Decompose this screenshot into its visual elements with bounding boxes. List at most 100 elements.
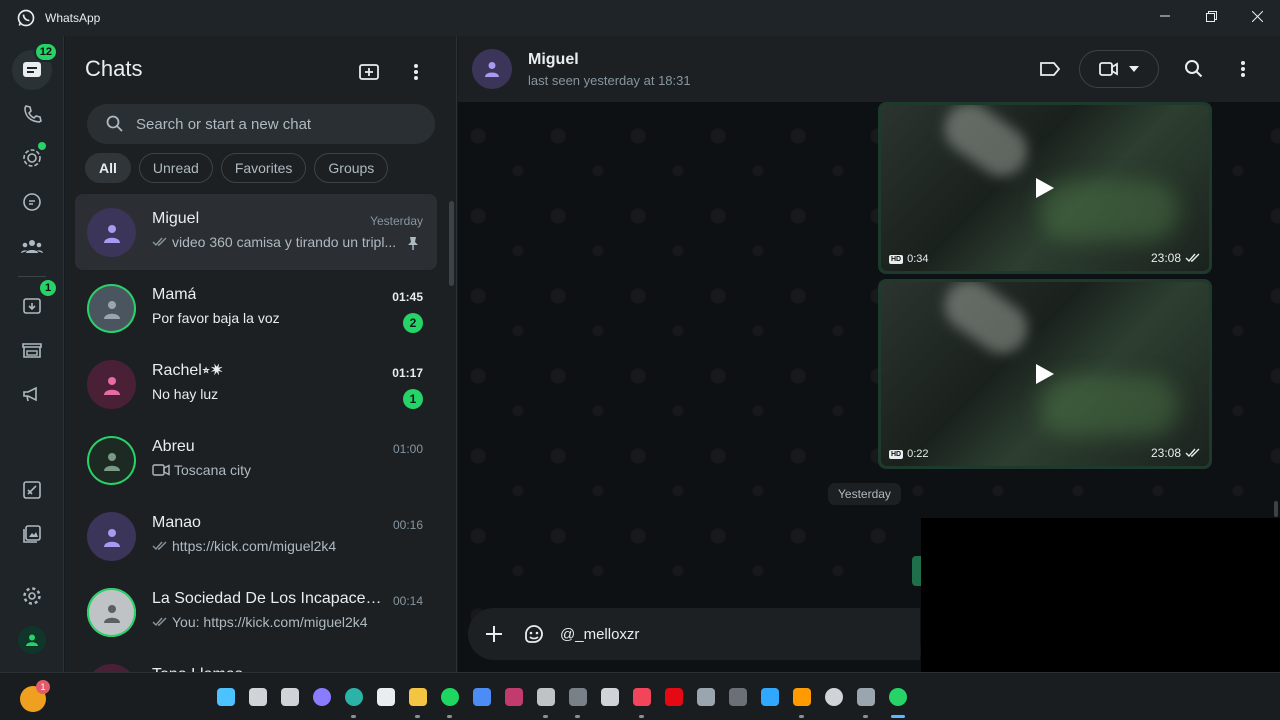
app-taskbar-button-5[interactable] bbox=[722, 681, 754, 713]
settings-button[interactable] bbox=[12, 576, 52, 616]
chat-time: 01:45 bbox=[392, 290, 423, 304]
task-view-taskbar-button[interactable] bbox=[274, 681, 306, 713]
labels-button[interactable] bbox=[1036, 55, 1064, 83]
chat-row[interactable]: Tono Llamas bbox=[75, 650, 437, 672]
conversation-menu-button[interactable] bbox=[1229, 55, 1257, 83]
chat-row[interactable]: La Sociedad De Los Incapaces ... 00:14 You… bbox=[75, 574, 437, 650]
filter-groups[interactable]: Groups bbox=[314, 153, 389, 183]
search-input[interactable] bbox=[136, 115, 416, 133]
running-indicator bbox=[799, 715, 804, 718]
chat-row[interactable]: Mamá 01:45 Por favor baja la voz 2 bbox=[75, 270, 437, 346]
windows-start-taskbar-button[interactable] bbox=[210, 681, 242, 713]
play-button[interactable] bbox=[1025, 354, 1065, 394]
chats-button[interactable]: 12 bbox=[12, 42, 58, 90]
attach-button[interactable] bbox=[480, 620, 508, 648]
archived-badge: 1 bbox=[38, 278, 58, 298]
music-taskbar-button[interactable] bbox=[626, 681, 658, 718]
search-icon bbox=[249, 688, 267, 706]
running-indicator bbox=[447, 715, 452, 718]
calculator-taskbar-button[interactable] bbox=[690, 681, 722, 713]
pin-icon bbox=[408, 237, 418, 250]
chat-name: Manao bbox=[152, 514, 201, 531]
search-in-chat-button[interactable] bbox=[1180, 55, 1208, 83]
chat-row[interactable]: Abreu 01:00 Toscana city bbox=[75, 422, 437, 498]
illustrator-taskbar-button[interactable] bbox=[786, 681, 818, 718]
profile-button[interactable] bbox=[12, 620, 52, 660]
close-icon bbox=[1251, 10, 1263, 22]
new-chat-button[interactable] bbox=[355, 58, 383, 86]
contact-avatar[interactable] bbox=[472, 49, 512, 89]
video-message[interactable]: HD 0:34 23:08 bbox=[878, 102, 1212, 274]
business-tools-button[interactable] bbox=[12, 330, 52, 370]
day-separator: Yesterday bbox=[828, 483, 901, 505]
weather-widget[interactable]: 1 bbox=[18, 680, 50, 712]
video-duration: HD 0:22 bbox=[889, 448, 929, 460]
conversation-scrollbar[interactable] bbox=[1274, 501, 1278, 517]
netflix-icon bbox=[665, 688, 683, 706]
chat-name: Miguel bbox=[152, 210, 200, 227]
status-button[interactable] bbox=[12, 138, 52, 178]
play-icon bbox=[1036, 178, 1054, 198]
netflix-taskbar-button[interactable] bbox=[658, 681, 690, 713]
copilot-taskbar-button[interactable] bbox=[306, 681, 338, 713]
illustrator-icon bbox=[793, 688, 811, 706]
play-button[interactable] bbox=[1025, 168, 1065, 208]
whatsapp-taskbar-button[interactable] bbox=[882, 681, 914, 718]
store-taskbar-button[interactable] bbox=[370, 681, 402, 713]
chat-row[interactable]: Miguel Yesterday video 360 camisa y tirand… bbox=[75, 194, 437, 270]
media-button[interactable] bbox=[12, 514, 52, 554]
search-box[interactable] bbox=[87, 104, 435, 144]
chat-row[interactable]: Manao 00:16 https://kick.com/miguel2k4 bbox=[75, 498, 437, 574]
obs-taskbar-button[interactable] bbox=[818, 681, 850, 713]
edge-taskbar-button[interactable] bbox=[338, 681, 370, 718]
starred-button[interactable] bbox=[12, 470, 52, 510]
settings-taskbar-button[interactable] bbox=[850, 681, 882, 718]
file-explorer-taskbar-button[interactable] bbox=[402, 681, 434, 718]
running-indicator bbox=[543, 715, 548, 718]
filter-unread[interactable]: Unread bbox=[138, 153, 213, 183]
defender-taskbar-button[interactable] bbox=[466, 681, 498, 713]
calls-button[interactable] bbox=[12, 94, 52, 134]
photoshop-taskbar-button[interactable] bbox=[754, 681, 786, 713]
app-taskbar-button-4[interactable] bbox=[594, 681, 626, 713]
communities-button[interactable] bbox=[12, 226, 52, 266]
minimize-button[interactable] bbox=[1142, 0, 1188, 32]
chat-avatar bbox=[87, 208, 136, 257]
chat-time: 01:17 bbox=[392, 366, 423, 380]
chat-time: 01:00 bbox=[392, 442, 423, 456]
chat-name: Mamá bbox=[152, 286, 197, 303]
hd-badge: HD bbox=[889, 449, 904, 459]
app-taskbar-button-2[interactable] bbox=[530, 681, 562, 718]
rail-divider bbox=[18, 276, 46, 277]
app-taskbar-button-1[interactable] bbox=[498, 681, 530, 713]
video-duration: HD 0:34 bbox=[889, 253, 929, 265]
chat-list-menu-button[interactable] bbox=[402, 58, 430, 86]
play-icon bbox=[1036, 364, 1054, 384]
message-input[interactable]: @_melloxzr bbox=[560, 626, 639, 643]
archived-button[interactable]: 1 bbox=[12, 278, 58, 326]
video-message[interactable]: HD 0:22 23:08 bbox=[878, 279, 1212, 469]
app-taskbar-button-3[interactable] bbox=[562, 681, 594, 718]
chat-preview: You: https://kick.com/miguel2k4 bbox=[152, 614, 368, 630]
widget-badge: 1 bbox=[36, 680, 50, 694]
search-taskbar-button[interactable] bbox=[242, 681, 274, 713]
channels-button[interactable] bbox=[12, 182, 52, 222]
chat-preview: Toscana city bbox=[152, 462, 251, 478]
video-call-button[interactable] bbox=[1079, 50, 1159, 88]
plus-icon bbox=[486, 626, 502, 642]
chat-list-scrollbar[interactable] bbox=[449, 201, 454, 286]
advertise-button[interactable] bbox=[12, 374, 52, 414]
title-bar: WhatsApp bbox=[0, 0, 1280, 36]
filter-all[interactable]: All bbox=[85, 153, 131, 183]
restore-button[interactable] bbox=[1188, 0, 1234, 32]
close-button[interactable] bbox=[1234, 0, 1280, 32]
filter-favorites[interactable]: Favorites bbox=[220, 153, 307, 183]
running-indicator bbox=[415, 715, 420, 718]
sticker-button[interactable] bbox=[520, 620, 548, 648]
windows-taskbar: 1 bbox=[0, 672, 1280, 720]
message-time: 23:08 bbox=[1151, 251, 1201, 265]
conversation-header[interactable]: Miguel last seen yesterday at 18:31 bbox=[458, 36, 1280, 102]
chat-row[interactable]: Rachel⭒✷ 01:17 No hay luz 1 bbox=[75, 346, 437, 422]
video-thumbnail: HD 0:34 23:08 bbox=[881, 105, 1209, 271]
spotify-taskbar-button[interactable] bbox=[434, 681, 466, 718]
